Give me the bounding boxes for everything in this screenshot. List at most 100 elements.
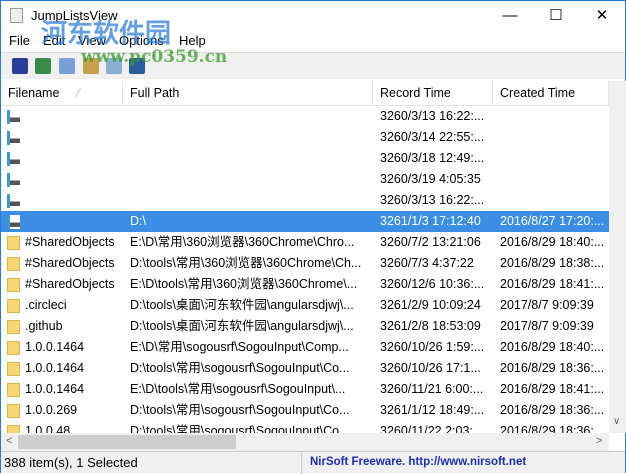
cell-created-time: 2016/8/29 18:36:... [500, 424, 605, 433]
drive-icon [7, 173, 20, 187]
menu-file[interactable]: File [9, 33, 30, 48]
scrollbar-thumb[interactable] [18, 435, 236, 449]
table-row[interactable]: 1.0.0.269 D:\tools\常用\sogousrf\SogouInput… [1, 400, 609, 421]
cell-full-path: D:\tools\桌面\河东软件园\angularsdjwj\... [130, 298, 354, 312]
cell-record-time: 3261/1/12 18:49:... [380, 403, 485, 417]
cell-filename: #SharedObjects [25, 277, 115, 291]
table-row[interactable]: .circleci D:\tools\桌面\河东软件园\angularsdjwj\… [1, 295, 609, 316]
menu-bar: File Edit View Options Help [1, 31, 625, 52]
sort-icon: ⁄ [77, 86, 80, 100]
table-row[interactable]: 3260/3/13 16:22:... [1, 106, 609, 127]
close-button[interactable]: ✕ [579, 1, 625, 31]
cell-created-time: 2016/8/29 18:41:... [500, 382, 605, 396]
cell-filename: 1.0.0.1464 [25, 361, 85, 375]
items-list: 3260/3/13 16:22:... 3260/3/14 22:55:... 32… [1, 106, 609, 433]
cell-created-time: 2016/8/29 18:38:... [500, 256, 605, 270]
cell-record-time: 3260/11/21 6:00:... [380, 382, 484, 396]
column-full-path[interactable]: Full Path [123, 81, 373, 106]
cell-full-path: D:\tools\常用\sogousrf\SogouInput\Co... [130, 424, 350, 433]
folder-icon [7, 257, 20, 271]
table-row[interactable]: D:\ 3261/1/3 17:12:40 2016/8/27 17:20:... [1, 211, 609, 232]
horizontal-scrollbar[interactable]: < > [1, 433, 609, 451]
column-filename[interactable]: Filename ⁄ [1, 81, 123, 106]
cell-record-time: 3260/12/6 10:36:... [380, 277, 485, 291]
save-icon[interactable] [12, 58, 28, 74]
cell-created-time: 2017/8/7 9:09:39 [500, 319, 594, 333]
folder-icon [7, 404, 20, 418]
table-row[interactable]: 1.0.0.48 D:\tools\常用\sogousrf\SogouInput\… [1, 421, 609, 433]
menu-help[interactable]: Help [179, 33, 206, 48]
cell-record-time: 3260/10/26 1:59:... [380, 340, 485, 354]
menu-options[interactable]: Options [119, 33, 164, 48]
menu-view[interactable]: View [78, 33, 106, 48]
cell-created-time: 2016/8/29 18:40:... [500, 235, 605, 249]
cell-record-time: 3260/3/14 22:55:... [380, 130, 485, 144]
vertical-scrollbar[interactable]: ∨ [609, 81, 626, 433]
find-icon[interactable] [106, 58, 122, 74]
cell-record-time: 3260/3/19 4:05:35 [380, 172, 481, 186]
folder-icon [7, 299, 20, 313]
cell-record-time: 3260/7/3 4:37:22 [380, 256, 474, 270]
cell-full-path: E:\D\tools\常用\360浏览器\360Chrome\... [130, 277, 358, 291]
status-bar: 388 item(s), 1 Selected NirSoft Freeware… [1, 451, 625, 474]
column-label: Filename [8, 86, 60, 100]
table-row[interactable]: 3260/3/14 22:55:... [1, 127, 609, 148]
folder-icon [7, 425, 20, 433]
cell-full-path: E:\D\常用\sogousrf\SogouInput\Comp... [130, 340, 349, 354]
drive-icon [7, 215, 20, 229]
cell-filename: .circleci [25, 298, 67, 312]
scroll-right-icon[interactable]: > [596, 435, 602, 447]
drive-icon [7, 152, 20, 166]
column-record-time[interactable]: Record Time [373, 81, 493, 106]
html-report-icon[interactable] [83, 58, 99, 74]
title-bar: JumpListsView — ☐ ✕ [1, 1, 625, 31]
cell-record-time: 3260/3/18 12:49:... [380, 151, 485, 165]
maximize-button[interactable]: ☐ [533, 1, 579, 31]
cell-created-time: 2016/8/29 18:41:... [500, 277, 605, 291]
minimize-button[interactable]: — [487, 1, 533, 31]
cell-filename: 1.0.0.1464 [25, 382, 85, 396]
table-row[interactable]: #SharedObjects D:\tools\常用\360浏览器\360Chro… [1, 253, 609, 274]
table-row[interactable]: 3260/3/18 12:49:... [1, 148, 609, 169]
cell-filename: 1.0.0.269 [25, 403, 78, 417]
folder-icon [7, 362, 20, 376]
cell-full-path: E:\D\常用\360浏览器\360Chrome\Chro... [130, 235, 355, 249]
folder-icon [7, 236, 20, 250]
table-row[interactable]: .github D:\tools\桌面\河东软件园\angularsdjwj\..… [1, 316, 609, 337]
cell-filename: #SharedObjects [25, 256, 115, 270]
table-row[interactable]: 3260/3/19 4:05:35 [1, 169, 609, 190]
cell-record-time: 3261/2/9 10:09:24 [380, 298, 481, 312]
nirsoft-link[interactable]: NirSoft Freeware. http://www.nirsoft.net [310, 456, 526, 468]
cell-full-path: D:\tools\桌面\河东软件园\angularsdjwj\... [130, 319, 354, 333]
cell-created-time: 2016/8/27 17:20:... [500, 214, 605, 228]
table-row[interactable]: #SharedObjects E:\D\tools\常用\360浏览器\360Ch… [1, 274, 609, 295]
copy-icon[interactable] [59, 58, 75, 74]
table-row[interactable]: #SharedObjects E:\D\常用\360浏览器\360Chrome\C… [1, 232, 609, 253]
column-header: Filename ⁄ Full Path Record Time Created … [1, 81, 609, 106]
folder-icon [7, 320, 20, 334]
table-row[interactable]: 3260/3/13 16:22:... [1, 190, 609, 211]
table-row[interactable]: 1.0.0.1464 E:\D\tools\常用\sogousrf\SogouIn… [1, 379, 609, 400]
cell-filename: 1.0.0.48 [25, 424, 71, 433]
folder-icon [7, 341, 20, 355]
cell-created-time: 2017/8/7 9:09:39 [500, 298, 594, 312]
cell-record-time: 3260/7/2 13:21:06 [380, 235, 481, 249]
cell-created-time: 2016/8/29 18:36:... [500, 361, 605, 375]
cell-full-path: D:\tools\常用\sogousrf\SogouInput\Co... [130, 361, 350, 375]
scroll-left-icon[interactable]: < [6, 435, 12, 447]
table-row[interactable]: 1.0.0.1464 D:\tools\常用\sogousrf\SogouInpu… [1, 358, 609, 379]
app-icon [10, 8, 23, 23]
cell-filename: .github [25, 319, 63, 333]
cell-full-path: D:\ [130, 214, 146, 228]
cell-record-time: 3260/3/13 16:22:... [380, 109, 485, 123]
cell-full-path: E:\D\tools\常用\sogousrf\SogouInput\... [130, 382, 346, 396]
cell-record-time: 3260/11/22 2:03:... [380, 424, 484, 433]
cell-record-time: 3261/1/3 17:12:40 [380, 214, 481, 228]
refresh-icon[interactable] [35, 58, 51, 74]
table-row[interactable]: 1.0.0.1464 E:\D\常用\sogousrf\SogouInput\Co… [1, 337, 609, 358]
menu-edit[interactable]: Edit [43, 33, 65, 48]
cell-full-path: D:\tools\常用\360浏览器\360Chrome\Ch... [130, 256, 362, 270]
exit-icon[interactable] [129, 58, 145, 74]
scroll-down-icon[interactable]: ∨ [613, 416, 620, 427]
column-created-time[interactable]: Created Time [493, 81, 609, 106]
